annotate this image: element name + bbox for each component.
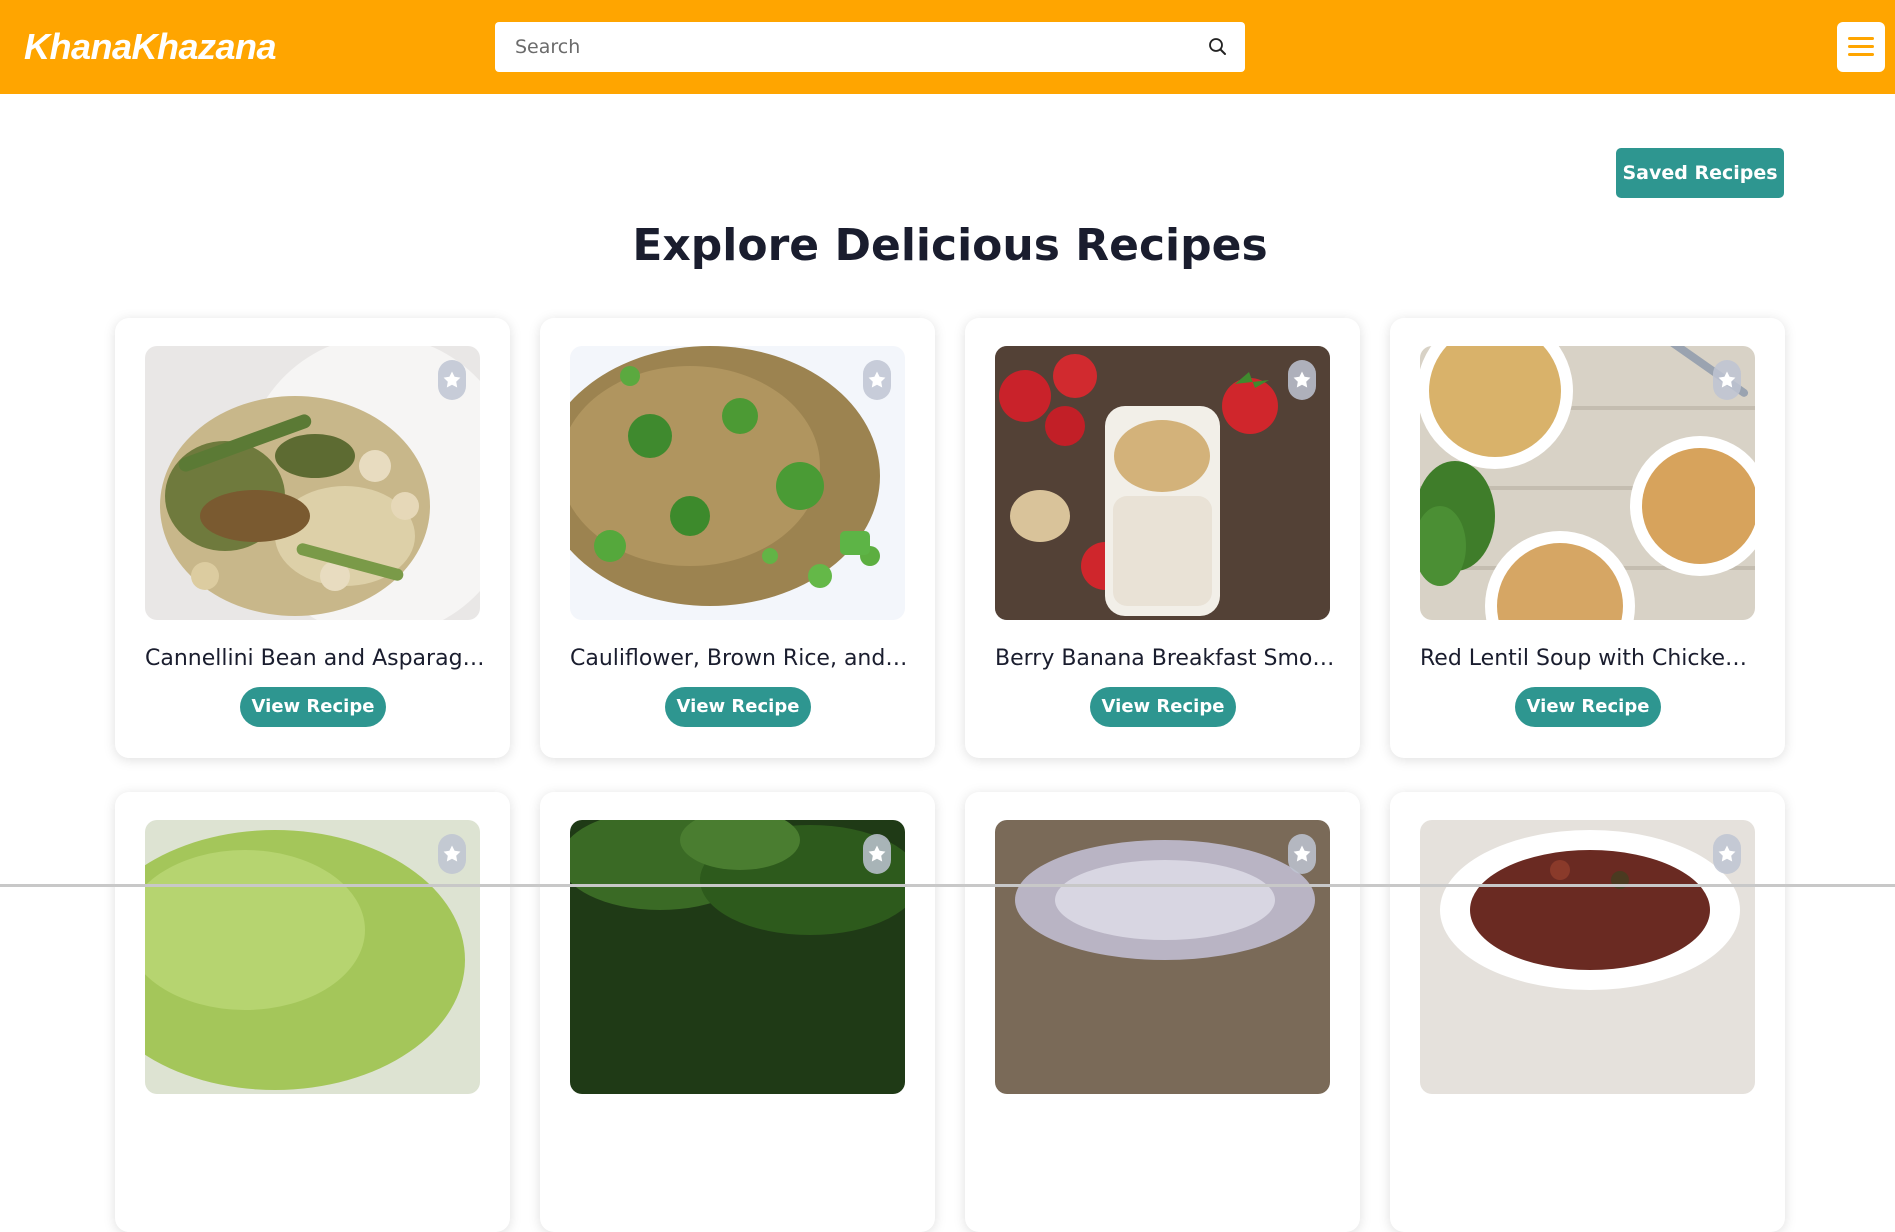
recipe-image[interactable] [1420,820,1755,1094]
recipe-image[interactable] [570,346,905,620]
recipe-card: Cannellini Bean and Asparagus Salad with… [115,318,510,758]
recipe-title: Cauliflower, Brown Rice, and Vegetable F… [570,646,910,671]
kale-image [570,820,905,1094]
recipe-image[interactable] [1420,346,1755,620]
star-icon [443,371,461,388]
save-star-button[interactable] [863,360,891,400]
top-navbar: KhanaKhazana [0,0,1895,94]
green-soup-image [145,820,480,1094]
recipe-card [540,792,935,1232]
save-star-button[interactable] [1713,834,1741,874]
recipe-image[interactable] [145,346,480,620]
view-recipe-button[interactable]: View Recipe [665,687,811,727]
star-icon [868,845,886,862]
hamburger-menu-button[interactable] [1837,22,1885,72]
hamburger-bar [1848,45,1874,48]
dessert-bowl-image [995,820,1330,1094]
recipe-image[interactable] [570,820,905,1094]
view-recipe-button[interactable]: View Recipe [1515,687,1661,727]
star-icon [1718,845,1736,862]
recipe-image[interactable] [995,820,1330,1094]
bean-stew-image [1420,820,1755,1094]
search-input[interactable] [495,22,1195,72]
save-star-button[interactable] [438,360,466,400]
page-title: Explore Delicious Recipes [632,220,1268,271]
save-star-button[interactable] [1288,834,1316,874]
recipe-title: Cannellini Bean and Asparagus Salad with… [145,646,485,671]
bean-asparagus-image [145,346,480,620]
recipe-card: Berry Banana Breakfast Smoothie View Rec… [965,318,1360,758]
recipe-title: Red Lentil Soup with Chicken and Turnips [1420,646,1760,671]
saved-recipes-button[interactable]: Saved Recipes [1616,148,1784,198]
site-logo[interactable]: KhanaKhazana [24,26,277,68]
recipe-card: Cauliflower, Brown Rice, and Vegetable F… [540,318,935,758]
hamburger-menu-icon [1848,37,1874,40]
search-bar [495,22,1245,72]
view-recipe-button[interactable]: View Recipe [240,687,386,727]
recipe-card [965,792,1360,1232]
save-star-button[interactable] [438,834,466,874]
star-icon [868,371,886,388]
recipe-image[interactable] [145,820,480,1094]
save-star-button[interactable] [863,834,891,874]
view-recipe-button[interactable]: View Recipe [1090,687,1236,727]
recipe-image[interactable] [995,346,1330,620]
star-icon [1293,845,1311,862]
hamburger-bar [1848,53,1874,56]
fried-rice-image [570,346,905,620]
star-icon [1293,371,1311,388]
save-star-button[interactable] [1713,360,1741,400]
recipe-title: Berry Banana Breakfast Smoothie [995,646,1335,671]
recipe-card: Red Lentil Soup with Chicken and Turnips… [1390,318,1785,758]
star-icon [1718,371,1736,388]
recipe-card [115,792,510,1232]
lentil-soup-image [1420,346,1755,620]
save-star-button[interactable] [1288,360,1316,400]
recipe-card [1390,792,1785,1232]
star-icon [443,845,461,862]
smoothie-image [995,346,1330,620]
search-icon[interactable] [1207,36,1229,58]
